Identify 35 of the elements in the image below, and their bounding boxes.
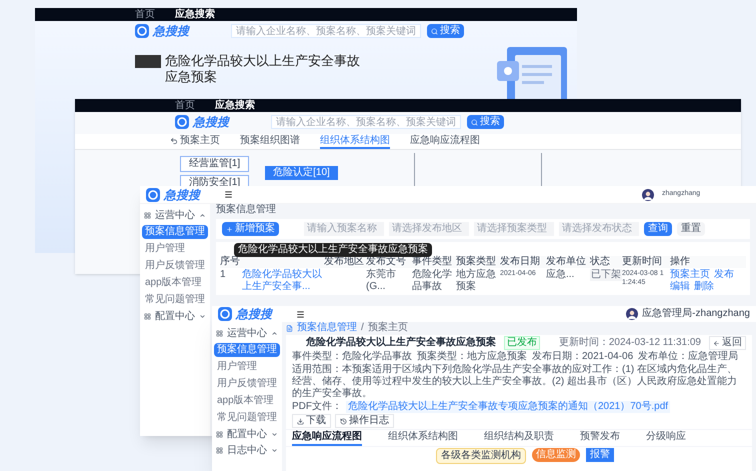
info-field: 事件类型：危险化学品事故 [292, 351, 412, 363]
column-header: 预案类型 [456, 256, 497, 268]
plan-title: 危险化学品较大以上生产安全事故应急预案 [165, 53, 361, 85]
column-header: 序号 [220, 256, 240, 268]
status-tag: 已下架 [590, 269, 622, 281]
scope-text: 适用范围：本预案适用于区域内下列危险化学品生产安全事故的应对工作：(1) 在区域内危化品生产、经营、储存、使用等过程中发生的较大以上生产安全事故。(2) 超出县市（区）人民政府应急处置能力的生产安全事故。 [292, 364, 738, 400]
column-header: 状态 [590, 256, 610, 268]
column-header: 发布日期 [500, 256, 541, 268]
logo-text: 急搜搜 [193, 116, 229, 128]
pdf-label: PDF文件： [292, 401, 342, 413]
breadcrumb-item: 预案主页 [368, 322, 408, 334]
logo-text: 急搜搜 [153, 25, 189, 37]
table-cell-text: 危险化学品事故 [412, 269, 453, 293]
update-time: 更新时间：2024-03-12 11:31:09 [558, 337, 701, 349]
flow-node: 各级各类监测机构 [436, 448, 526, 464]
flow-node: 报警 [586, 448, 614, 462]
table-cell-text: 1 [220, 269, 227, 281]
user-name: 应急管理局-zhangzhang [642, 308, 750, 320]
column-header: 更新时间 [622, 256, 663, 268]
table-cell-text: 应急... [546, 269, 576, 281]
name-tooltip: 危险化学品较大以上生产安全事故应急预案 [234, 243, 432, 257]
info-field: 发布单位：应急管理局 [638, 351, 738, 363]
status-badge: 已发布 [504, 336, 540, 350]
plan-title: 危险化学品较大以上生产安全事故应急预案 [306, 337, 496, 349]
flow-node: 信息监测 [532, 448, 580, 462]
logo-text: 急搜搜 [164, 188, 200, 200]
info-field: 预案类型：地方应急预案 [417, 351, 527, 363]
table-cell-text: 东莞市 (G... [366, 269, 397, 293]
breadcrumb: 预案信息管理 [216, 204, 277, 216]
column-header: 发布单位 [546, 256, 587, 268]
info-field: 发布日期：2021-04-06 [532, 351, 634, 363]
logo-text: 急搜搜 [236, 308, 272, 320]
table-cell-text: 地方应急预案 [456, 269, 497, 293]
column-header: 操作 [670, 256, 691, 268]
breadcrumb-item: / [361, 322, 364, 334]
